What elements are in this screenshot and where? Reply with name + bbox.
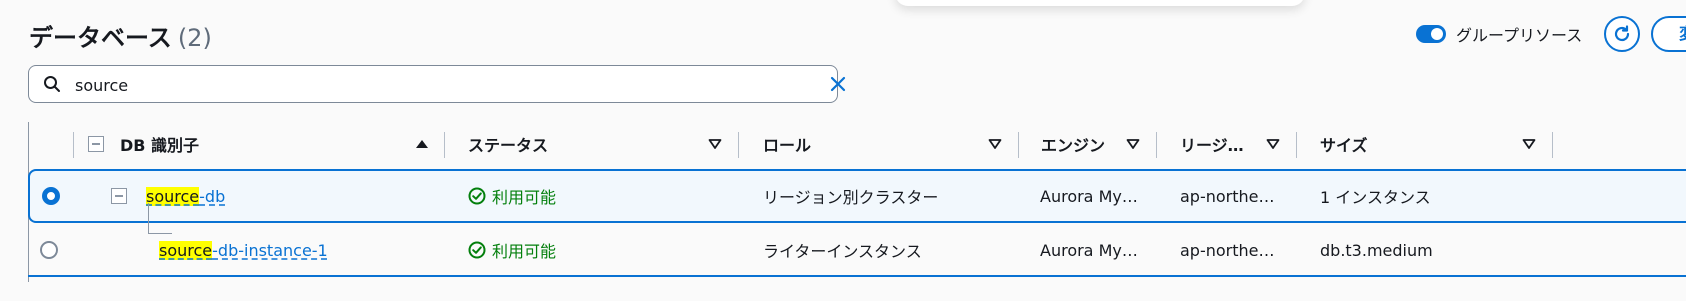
status-text: 利用可能 — [492, 242, 557, 261]
toggle-knob — [1431, 28, 1443, 40]
size-cell: db.t3.medium — [1320, 240, 1433, 260]
table-row[interactable]: source-db-instance-1 利用可能 ライターインスタンス Aur… — [28, 225, 1686, 277]
header-region[interactable]: リージ… — [1180, 122, 1244, 166]
sort-descending-icon[interactable] — [708, 138, 722, 150]
search-input[interactable] — [73, 72, 777, 98]
table-row[interactable]: source-db 利用可能 リージョン別クラスター Aurora My… ap… — [28, 169, 1686, 223]
group-resources-toggle-wrap[interactable]: グループリソース — [1416, 22, 1582, 46]
search-icon — [44, 76, 60, 92]
sort-ascending-icon[interactable] — [415, 138, 429, 150]
db-identifier[interactable]: source-db-instance-1 — [159, 240, 328, 260]
sort-descending-icon[interactable] — [988, 138, 1002, 150]
db-identifier-link[interactable]: source-db — [146, 171, 225, 221]
clear-icon[interactable] — [829, 75, 847, 93]
status-cell: 利用可能 — [468, 171, 556, 221]
sort-descending-icon[interactable] — [1522, 138, 1536, 150]
column-separator — [73, 132, 74, 158]
status-available: 利用可能 — [468, 184, 556, 208]
resource-count: (2) — [177, 24, 212, 52]
role-cell: ライターインスタンス — [763, 242, 922, 261]
header-db-identifier[interactable]: DB 識別子 — [120, 122, 199, 166]
size-cell: 1 インスタンス — [1320, 188, 1431, 207]
group-resources-toggle[interactable] — [1416, 25, 1446, 43]
db-identifier-rest: -db-instance-1 — [212, 240, 328, 260]
region-cell: ap-northe… — [1180, 240, 1275, 260]
search-box[interactable] — [28, 65, 846, 103]
collapse-all-icon[interactable] — [88, 136, 104, 152]
header-size[interactable]: サイズ — [1320, 122, 1368, 166]
title-text: データベース — [29, 24, 172, 52]
status-available: 利用可能 — [468, 238, 556, 262]
engine-cell: Aurora My… — [1040, 240, 1138, 260]
db-identifier[interactable]: source-db — [146, 186, 226, 206]
row-radio-cell[interactable] — [40, 225, 58, 275]
column-separator — [738, 132, 739, 158]
status-cell: 利用可能 — [468, 225, 556, 275]
row-collapse-cell[interactable] — [111, 171, 127, 221]
status-available-icon — [468, 241, 486, 259]
search-match-highlight: source — [159, 240, 213, 260]
db-identifier-link[interactable]: source-db-instance-1 — [159, 225, 328, 275]
sort-descending-icon[interactable] — [1126, 138, 1140, 150]
refresh-button[interactable] — [1604, 16, 1640, 52]
column-separator — [1018, 132, 1019, 158]
header-role[interactable]: ロール — [763, 122, 811, 166]
refresh-icon — [1614, 25, 1630, 42]
table-header: DB 識別子 ステータス ロール エンジン リージ… サイズ — [28, 122, 1686, 166]
collapse-row-icon[interactable] — [111, 188, 127, 204]
header-status[interactable]: ステータス — [468, 122, 548, 166]
column-separator — [444, 132, 445, 158]
role-cell: リージョン別クラスター — [763, 188, 939, 207]
page-title: データベース (2) — [29, 18, 212, 53]
region-cell: ap-northe… — [1180, 186, 1275, 206]
databases-table: DB 識別子 ステータス ロール エンジン リージ… サイズ source-db — [28, 122, 1686, 282]
column-separator — [1552, 132, 1553, 158]
header-expand-all[interactable] — [88, 122, 104, 166]
column-separator — [1156, 132, 1157, 158]
db-identifier-rest: -db — [199, 186, 226, 206]
group-resources-label: グループリソース — [1456, 26, 1583, 45]
row-select-radio[interactable] — [40, 241, 58, 259]
row-radio-cell[interactable] — [42, 171, 60, 221]
column-separator — [1296, 132, 1297, 158]
modify-button[interactable]: 変 — [1651, 16, 1686, 52]
status-available-icon — [468, 187, 486, 205]
search-match-highlight: source — [146, 186, 200, 206]
sort-descending-icon[interactable] — [1266, 138, 1280, 150]
engine-cell: Aurora My… — [1040, 186, 1138, 206]
header-engine[interactable]: エンジン — [1041, 122, 1105, 166]
status-text: 利用可能 — [492, 188, 557, 207]
floating-panel-edge — [895, 0, 1305, 6]
row-select-radio[interactable] — [42, 187, 60, 205]
